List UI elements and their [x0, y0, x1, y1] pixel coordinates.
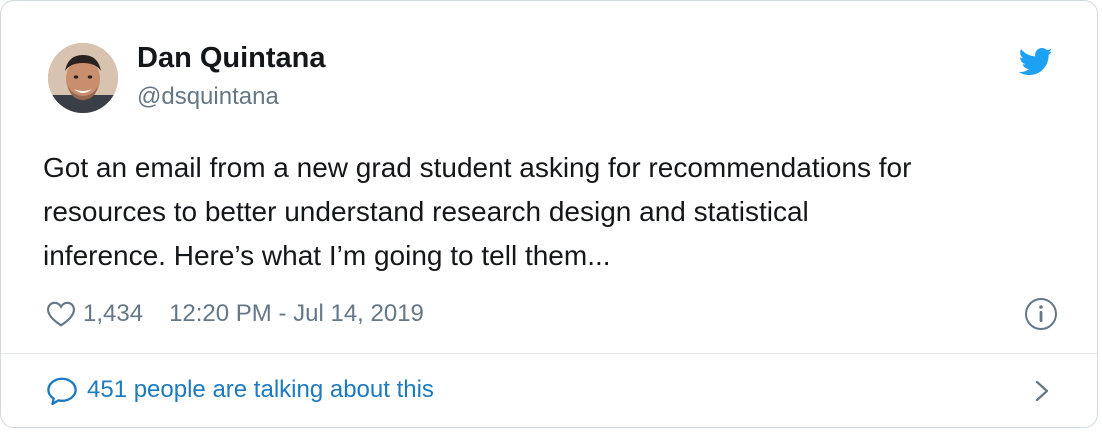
tweet-text-line: inference. Here’s what I’m going to tell…: [43, 240, 611, 271]
chevron-right-icon: [1035, 380, 1049, 402]
author-handle[interactable]: @dsquintana: [137, 83, 279, 111]
tweet-text: Got an email from a new grad student ask…: [43, 146, 1053, 278]
tweet-meta: 1,434 12:20 PM - Jul 14, 2019: [45, 294, 424, 334]
like-button[interactable]: 1,434: [45, 298, 143, 330]
conversation-link[interactable]: 451 people are talking about this: [1, 354, 1097, 427]
avatar[interactable]: [48, 43, 118, 113]
avatar-image: [48, 43, 118, 113]
tweet-text-line: Got an email from a new grad student ask…: [43, 152, 912, 183]
tweet-text-line: resources to better understand research …: [43, 196, 809, 227]
heart-icon: [47, 301, 75, 327]
author-name[interactable]: Dan Quintana: [137, 42, 326, 75]
speech-bubble-icon: [47, 377, 77, 406]
conversation-label: 451 people are talking about this: [87, 376, 434, 403]
tweet-card: Dan Quintana @dsquintana Got an email fr…: [0, 0, 1098, 428]
timestamp-link[interactable]: 12:20 PM - Jul 14, 2019: [169, 300, 424, 328]
like-count: 1,434: [83, 300, 144, 327]
info-icon[interactable]: [1023, 296, 1059, 332]
twitter-bird-icon[interactable]: [1019, 47, 1053, 77]
